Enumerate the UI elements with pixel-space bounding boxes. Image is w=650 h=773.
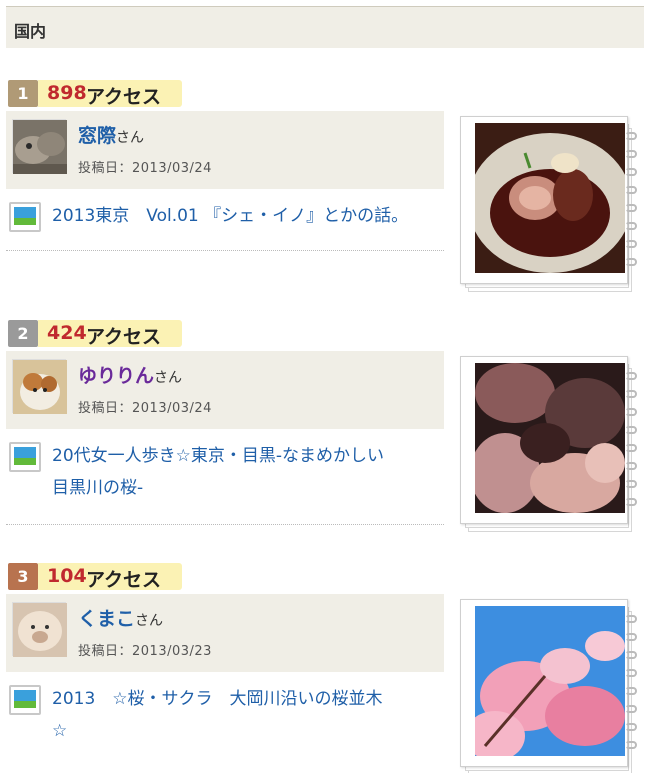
food-photo[interactable] <box>475 123 625 273</box>
access-label: アクセス <box>86 326 162 348</box>
rank-badge: 1 898 アクセス <box>6 78 182 108</box>
user-avatar[interactable] <box>12 359 67 414</box>
travelogue-icon <box>9 685 41 715</box>
user-avatar[interactable] <box>12 602 67 657</box>
travelogue-title-link[interactable]: 20代女一人歩き☆東京・目黒-なまめかしい 目黒川の桜- <box>52 440 452 504</box>
divider <box>6 524 444 525</box>
cherry-blossom-photo[interactable] <box>475 606 625 756</box>
rank-number: 2 <box>8 320 38 347</box>
user-name-link[interactable]: くまこさん <box>78 604 163 631</box>
travelogue-title-link[interactable]: 2013東京 Vol.01 『シェ・イノ』とかの話。 <box>52 200 452 232</box>
rank-badge: 2 424 アクセス <box>6 318 182 348</box>
divider <box>6 250 444 251</box>
user-name-link[interactable]: 窓際さん <box>78 121 144 148</box>
user-box: ゆりりんさん 投稿日：2013/03/24 <box>6 351 444 429</box>
photo-thumbnail[interactable] <box>460 116 638 294</box>
access-count: 104 <box>47 565 87 587</box>
ranking-entry-3: 3 104 アクセス くまこさん 投稿日：2013/03/23 2013 ☆桜・… <box>6 561 644 773</box>
travelogue-icon <box>9 202 41 232</box>
user-avatar[interactable] <box>12 119 67 174</box>
user-name-link[interactable]: ゆりりんさん <box>78 361 182 388</box>
section-header: 国内 <box>6 6 644 48</box>
rank-badge: 3 104 アクセス <box>6 561 182 591</box>
rank-number: 3 <box>8 563 38 590</box>
user-box: くまこさん 投稿日：2013/03/23 <box>6 594 444 672</box>
post-date: 投稿日：2013/03/24 <box>78 401 212 416</box>
travelogue-title-link[interactable]: 2013 ☆桜・サクラ 大岡川沿いの桜並木 ☆ <box>52 683 452 747</box>
photo-thumbnail[interactable] <box>460 356 638 534</box>
access-label: アクセス <box>86 86 162 108</box>
access-count: 898 <box>47 82 87 104</box>
ranking-entry-1: 1 898 アクセス 窓際さん 投稿日：2013/03/24 2013東京 Vo… <box>6 78 644 303</box>
section-title: 国内 <box>14 22 47 41</box>
rank-number: 1 <box>8 80 38 107</box>
user-box: 窓際さん 投稿日：2013/03/24 <box>6 111 444 189</box>
travelogue-icon <box>9 442 41 472</box>
access-count: 424 <box>47 322 87 344</box>
post-date: 投稿日：2013/03/24 <box>78 161 212 176</box>
ranking-entry-2: 2 424 アクセス ゆりりんさん 投稿日：2013/03/24 20代女一人歩… <box>6 318 644 543</box>
post-date: 投稿日：2013/03/23 <box>78 644 212 659</box>
photo-thumbnail[interactable] <box>460 599 638 773</box>
night-cherry-blossom-photo[interactable] <box>475 363 625 513</box>
access-label: アクセス <box>86 569 162 591</box>
